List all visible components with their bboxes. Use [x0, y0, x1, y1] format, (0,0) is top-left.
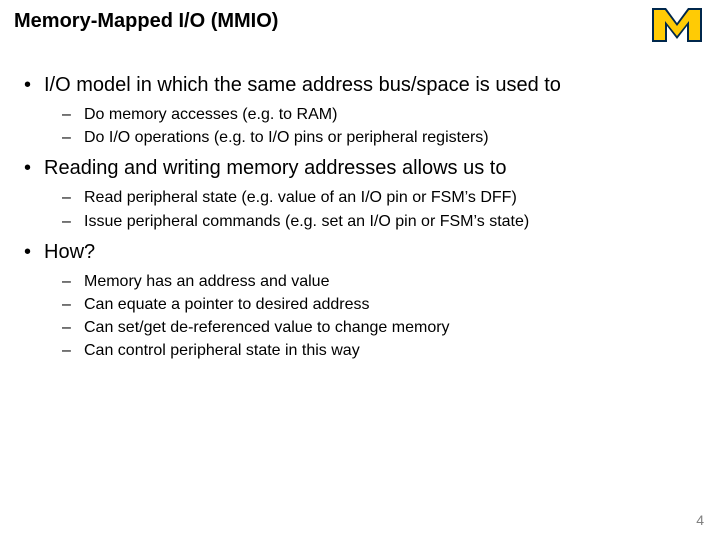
bullet-text: How?: [44, 241, 95, 263]
sub-bullet-item: Can control peripheral state in this way: [44, 339, 690, 362]
sub-bullet-text: Do I/O operations (e.g. to I/O pins or p…: [84, 129, 489, 146]
bullet-item: Reading and writing memory addresses all…: [22, 155, 690, 232]
sub-bullet-item: Memory has an address and value: [44, 270, 690, 293]
sub-bullet-text: Do memory accesses (e.g. to RAM): [84, 106, 337, 123]
sub-bullet-item: Do I/O operations (e.g. to I/O pins or p…: [44, 126, 690, 149]
sub-bullet-item: Do memory accesses (e.g. to RAM): [44, 103, 690, 126]
sub-bullet-item: Can set/get de-referenced value to chang…: [44, 316, 690, 339]
sub-bullet-text: Can set/get de-referenced value to chang…: [84, 319, 450, 336]
sub-bullet-item: Issue peripheral commands (e.g. set an I…: [44, 210, 690, 233]
slide-title: Memory-Mapped I/O (MMIO): [14, 10, 278, 33]
sub-bullet-item: Read peripheral state (e.g. value of an …: [44, 186, 690, 209]
bullet-text: I/O model in which the same address bus/…: [44, 74, 561, 96]
bullet-item: How? Memory has an address and value Can…: [22, 239, 690, 363]
sub-bullet-text: Can control peripheral state in this way: [84, 342, 360, 359]
page-number: 4: [696, 512, 704, 528]
slide-content: I/O model in which the same address bus/…: [22, 72, 690, 369]
sub-bullet-text: Issue peripheral commands (e.g. set an I…: [84, 213, 529, 230]
sub-bullet-text: Memory has an address and value: [84, 273, 329, 290]
bullet-text: Reading and writing memory addresses all…: [44, 157, 506, 179]
sub-bullet-item: Can equate a pointer to desired address: [44, 293, 690, 316]
slide: Memory-Mapped I/O (MMIO) I/O model in wh…: [0, 0, 720, 540]
sub-bullet-text: Can equate a pointer to desired address: [84, 296, 370, 313]
sub-bullet-text: Read peripheral state (e.g. value of an …: [84, 189, 517, 206]
michigan-logo: [652, 8, 702, 42]
bullet-item: I/O model in which the same address bus/…: [22, 72, 690, 149]
